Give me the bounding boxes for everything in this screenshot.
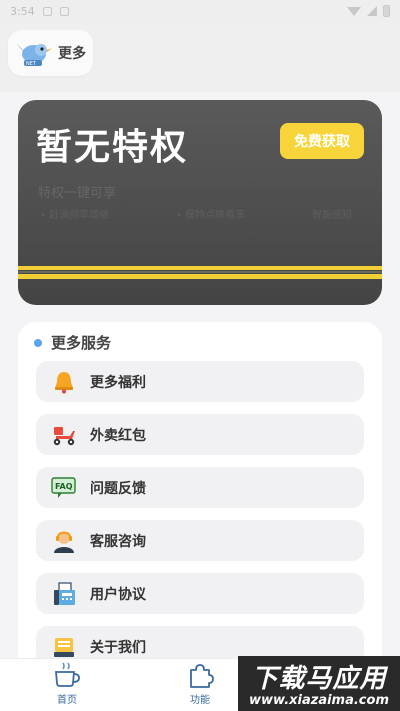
watermark-logo: 下载马应用 www.xiazaima.com <box>238 656 400 711</box>
nav-function[interactable]: 功能 <box>160 661 240 706</box>
service-label: 用户协议 <box>90 586 146 603</box>
heading-dot-icon <box>34 338 42 347</box>
services-heading: 更多服务 <box>34 332 111 353</box>
svg-text:NET: NET <box>26 61 37 67</box>
watermark-cn: 下载马应用 <box>251 664 387 694</box>
nav-home[interactable]: 首页 <box>27 661 107 706</box>
fax-icon <box>50 580 78 608</box>
coffee-cup-icon <box>55 662 80 687</box>
page-title: 更多 <box>58 46 86 62</box>
scooter-icon <box>50 421 78 449</box>
service-item-agreement[interactable]: 用户协议 <box>36 573 364 614</box>
yellow-stripe <box>18 266 382 270</box>
service-item-feedback[interactable]: FAQ 问题反馈 <box>36 467 364 508</box>
nav-home-label: 首页 <box>57 695 77 706</box>
stripe-divider <box>18 271 382 273</box>
get-free-button[interactable]: 免费获取 <box>280 123 364 159</box>
privilege-feature: 智能感知 <box>312 210 352 221</box>
status-time: 3:54 <box>10 4 35 18</box>
privilege-feature: • 赶调频率增强 <box>40 210 110 221</box>
service-item-welfare[interactable]: 更多福利 <box>36 361 364 402</box>
service-item-support[interactable]: 客服咨询 <box>36 520 364 561</box>
service-label: 外卖红包 <box>90 427 146 444</box>
privilege-feature: • 模特点映看享 <box>176 210 246 221</box>
service-item-takeout[interactable]: 外卖红包 <box>36 414 364 455</box>
services-heading-label: 更多服务 <box>51 334 112 352</box>
more-chip[interactable]: NET 更多 <box>8 30 93 76</box>
header: NET 更多 <box>0 22 400 92</box>
notification-icon <box>42 6 52 16</box>
wifi-icon <box>347 6 361 16</box>
nav-function-label: 功能 <box>190 695 210 706</box>
puzzle-icon <box>190 664 214 688</box>
services-panel: 更多服务 更多福利 外卖红包 FAQ 问题反馈 客服咨询 用户协议 关于我们 <box>18 322 382 667</box>
svg-text:FAQ: FAQ <box>55 482 73 491</box>
service-label: 问题反馈 <box>90 480 146 497</box>
watermark-en: www.xiazaima.com <box>249 693 389 708</box>
privilege-title: 暂无特权 <box>36 127 189 168</box>
about-icon <box>50 633 78 661</box>
support-agent-icon <box>50 527 78 555</box>
bell-icon <box>50 368 78 396</box>
yellow-stripe <box>18 274 382 279</box>
signal-icon <box>367 6 377 16</box>
sync-icon <box>59 6 69 16</box>
service-label: 关于我们 <box>90 639 146 656</box>
service-label: 更多福利 <box>90 374 146 391</box>
faq-icon: FAQ <box>50 474 78 502</box>
privilege-card: 暂无特权 免费获取 特权一键可享 • 赶调频率增强 • 模特点映看享 智能感知 <box>18 100 382 305</box>
service-label: 客服咨询 <box>90 533 146 550</box>
status-bar: 3:54 <box>0 0 400 22</box>
battery-icon <box>383 5 390 17</box>
privilege-subtitle: 特权一键可享 <box>38 186 117 201</box>
bird-logo-icon: NET <box>16 43 52 67</box>
